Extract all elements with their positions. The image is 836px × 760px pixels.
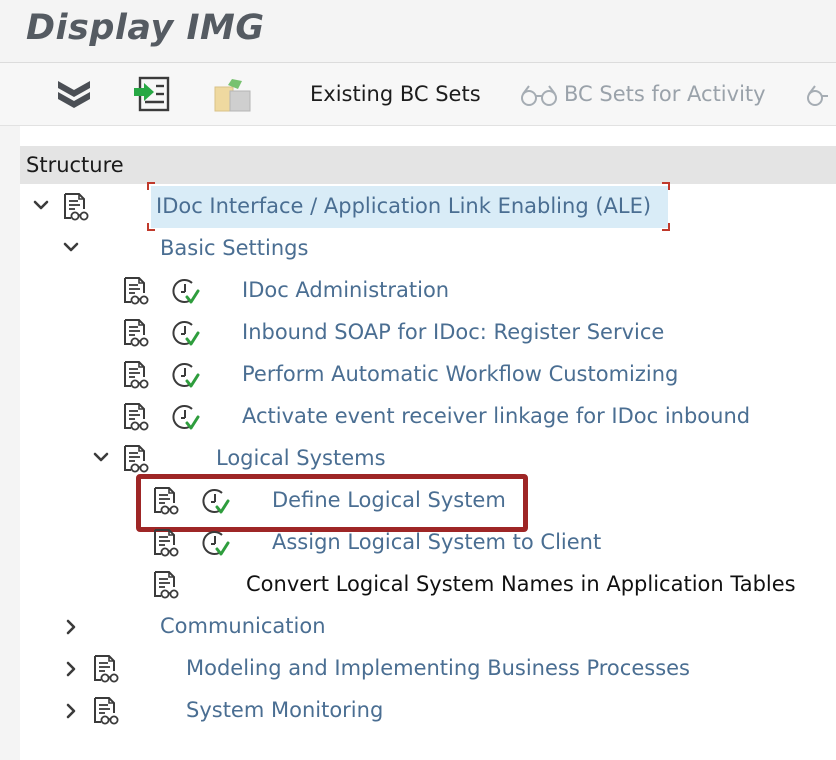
document-folder-icon[interactable] (212, 75, 252, 119)
structure-header: Structure (20, 146, 836, 184)
selection-corner-icon (662, 223, 670, 231)
tree-node-label[interactable]: IDoc Interface / Application Link Enabli… (156, 194, 651, 218)
tree-node-label[interactable]: Activate event receiver linkage for IDoc… (242, 404, 750, 428)
chevron-right-icon[interactable] (60, 616, 82, 638)
left-margin-strip (0, 126, 20, 760)
bc-sets-for-activity-button[interactable]: BC Sets for Activity (564, 82, 766, 106)
structure-node-icon (62, 192, 90, 222)
chevron-right-icon[interactable] (60, 700, 82, 722)
chevron-down-icon[interactable] (90, 446, 112, 468)
page-title: Display IMG (26, 8, 265, 48)
glasses-icon (806, 83, 836, 111)
execute-activity-icon[interactable] (132, 74, 172, 118)
execute-activity-clock-icon[interactable] (170, 402, 200, 432)
existing-bc-sets-button[interactable]: Existing BC Sets (310, 82, 481, 106)
structure-node-icon (122, 276, 150, 306)
tree-node-label[interactable]: Basic Settings (160, 236, 308, 260)
title-bar: Display IMG (0, 0, 836, 63)
tree-node-label[interactable]: Logical Systems (216, 446, 386, 470)
structure-header-label: Structure (26, 153, 124, 177)
structure-node-icon (122, 402, 150, 432)
chevron-down-icon[interactable] (30, 194, 52, 216)
tree-node-label[interactable]: Convert Logical System Names in Applicat… (246, 572, 796, 596)
tree-node-label[interactable]: System Monitoring (186, 698, 383, 722)
structure-node-icon (122, 318, 150, 348)
glasses-icon (520, 83, 558, 111)
structure-node-icon (122, 444, 150, 474)
structure-node-icon (122, 360, 150, 390)
tree-node-label[interactable]: Inbound SOAP for IDoc: Register Service (242, 320, 664, 344)
selection-corner-icon (147, 182, 155, 190)
structure-node-icon (152, 570, 180, 600)
tree-node-label[interactable]: Communication (160, 614, 326, 638)
annotation-highlight-box (136, 474, 528, 532)
tree-node-label[interactable]: Assign Logical System to Client (272, 530, 601, 554)
tree-node-label[interactable]: Modeling and Implementing Business Proce… (186, 656, 690, 680)
execute-activity-clock-icon[interactable] (170, 318, 200, 348)
toolbar: Existing BC Sets BC Sets for Activity (0, 63, 836, 126)
tree-node-label[interactable]: Perform Automatic Workflow Customizing (242, 362, 678, 386)
selection-corner-icon (662, 182, 670, 190)
double-chevron-down-icon[interactable] (54, 76, 94, 116)
execute-activity-clock-icon[interactable] (200, 528, 230, 558)
execute-activity-clock-icon[interactable] (170, 360, 200, 390)
chevron-right-icon[interactable] (60, 658, 82, 680)
structure-node-icon (92, 654, 120, 684)
tree-node-label[interactable]: IDoc Administration (242, 278, 449, 302)
chevron-down-icon[interactable] (60, 236, 82, 258)
structure-node-icon (92, 696, 120, 726)
structure-node-icon (152, 528, 180, 558)
execute-activity-clock-icon[interactable] (170, 276, 200, 306)
selection-corner-icon (147, 223, 155, 231)
